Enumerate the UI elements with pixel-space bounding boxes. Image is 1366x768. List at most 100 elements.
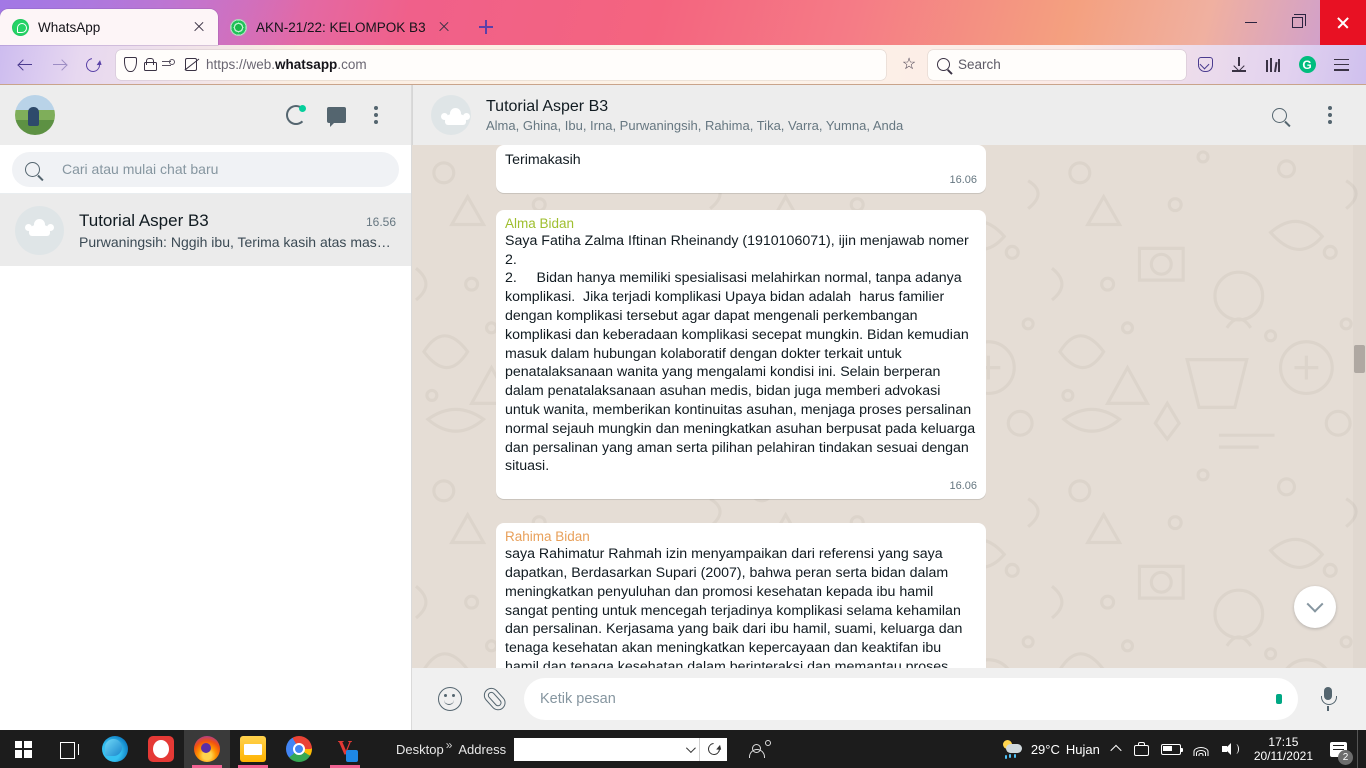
onedrive-icon — [1132, 741, 1149, 757]
weather-temperature: 29°C — [1030, 741, 1060, 757]
refresh-icon — [705, 740, 723, 758]
battery-tray-button[interactable] — [1155, 730, 1187, 768]
app-menu-button[interactable] — [1326, 50, 1356, 80]
network-tray-button[interactable] — [1187, 730, 1216, 768]
new-tab-button[interactable] — [471, 12, 501, 42]
taskbar-app-gom[interactable] — [138, 730, 184, 768]
group-avatar-icon — [15, 205, 64, 255]
taskbar-app-file-explorer[interactable] — [230, 730, 276, 768]
address-toolbar-input[interactable] — [514, 737, 700, 761]
taskbar-app-v[interactable]: V — [322, 730, 368, 768]
edge-icon — [102, 736, 128, 762]
back-arrow-icon — [18, 57, 33, 72]
address-toolbar-label: Address — [458, 741, 507, 757]
status-button[interactable] — [276, 95, 316, 135]
windows-logo-icon — [14, 740, 32, 758]
reload-button[interactable] — [78, 50, 108, 80]
people-icon[interactable] — [749, 740, 772, 758]
onedrive-tray-button[interactable] — [1126, 730, 1155, 768]
permissions-icon[interactable] — [162, 58, 177, 71]
notifications-button[interactable]: 2 — [1321, 730, 1355, 768]
attach-button[interactable] — [472, 677, 516, 721]
voice-record-button[interactable] — [1306, 677, 1350, 721]
task-view-button[interactable] — [46, 730, 92, 768]
list-item[interactable]: Tutorial Asper B3 16.56 Purwaningsih: Ng… — [0, 194, 411, 266]
scroll-to-bottom-button[interactable] — [1294, 586, 1336, 628]
chevron-double-right-icon[interactable]: » — [446, 738, 453, 752]
pocket-button[interactable] — [1190, 50, 1220, 80]
lock-icon[interactable] — [144, 58, 157, 71]
forward-arrow-icon — [52, 57, 67, 72]
taskbar-app-edge[interactable] — [92, 730, 138, 768]
message-bubble[interactable]: Rahima Bidan saya Rahimatur Rahmah izin … — [496, 523, 986, 668]
new-chat-button[interactable] — [316, 95, 356, 135]
group-avatar-icon[interactable] — [431, 95, 471, 135]
status-icon — [286, 105, 306, 125]
show-hidden-icons-button[interactable] — [1106, 730, 1126, 768]
close-window-button[interactable] — [1320, 0, 1366, 45]
tab-title: WhatsApp — [38, 19, 101, 35]
scrollbar-thumb[interactable] — [1354, 345, 1365, 373]
tab-whatsapp[interactable]: WhatsApp — [0, 9, 218, 45]
file-explorer-icon — [240, 736, 266, 762]
conversation-menu-button[interactable] — [1312, 97, 1348, 133]
taskbar-app-firefox[interactable] — [184, 730, 230, 768]
search-icon — [937, 58, 950, 71]
tracking-shield-icon[interactable] — [124, 57, 137, 72]
chevron-down-icon — [1306, 595, 1324, 613]
chat-list-header — [0, 85, 411, 145]
desktop-toolbar-label[interactable]: Desktop — [396, 742, 444, 757]
message-bubble[interactable]: Alma Bidan Saya Fatiha Zalma Iftinan Rhe… — [496, 209, 986, 500]
clock[interactable]: 17:15 20/11/2021 — [1246, 730, 1321, 768]
back-button[interactable] — [10, 50, 40, 80]
avatar[interactable] — [15, 95, 55, 135]
library-icon — [1266, 57, 1280, 72]
forward-button[interactable] — [44, 50, 74, 80]
maximize-icon — [1291, 14, 1306, 28]
chat-list-menu-button[interactable] — [356, 95, 396, 135]
notification-badge: 2 — [1338, 750, 1353, 765]
search-placeholder: Search — [958, 57, 1001, 72]
minimize-button[interactable] — [1228, 0, 1274, 45]
message-scrollbar[interactable] — [1353, 145, 1366, 668]
message-input[interactable]: Ketik pesan — [524, 678, 1298, 720]
grammarly-button[interactable]: G — [1292, 50, 1322, 80]
noscript-icon[interactable] — [184, 57, 199, 72]
volume-tray-button[interactable] — [1216, 730, 1246, 768]
speaker-icon — [1221, 742, 1240, 756]
weather-widget[interactable]: 29°C Hujan — [997, 730, 1106, 768]
pocket-icon — [1197, 57, 1213, 72]
maximize-button[interactable] — [1274, 0, 1320, 45]
chevron-down-icon[interactable] — [686, 742, 696, 753]
windows-taskbar: V Desktop » Address 29°C Hujan 17:15 20/… — [0, 730, 1366, 768]
conversation-search-button[interactable] — [1261, 97, 1297, 133]
green-ring-icon — [230, 18, 247, 36]
conversation-title: Tutorial Asper B3 — [486, 97, 609, 115]
bookmark-button[interactable]: ☆ — [894, 50, 924, 80]
conversation-header: Tutorial Asper B3 Alma, Ghina, Ibu, Irna… — [412, 85, 1366, 145]
search-input[interactable]: Cari atau mulai chat baru — [12, 151, 399, 187]
address-toolbar-refresh-button[interactable] — [699, 737, 728, 761]
chrome-icon — [286, 736, 312, 762]
close-icon[interactable] — [435, 18, 453, 36]
show-desktop-button[interactable] — [1357, 730, 1362, 768]
message-text: saya Rahimatur Rahmah izin menyampaikan … — [505, 546, 963, 668]
whatsapp-icon — [12, 18, 29, 36]
library-button[interactable] — [1258, 50, 1288, 80]
taskbar-app-chrome[interactable] — [276, 730, 322, 768]
message-text: Terimakasih — [505, 152, 581, 168]
start-button[interactable] — [0, 730, 46, 768]
message-composer: Ketik pesan — [412, 668, 1366, 730]
attachment-icon — [479, 683, 510, 714]
whatsapp-web-app: Cari atau mulai chat baru Tutorial Asper… — [0, 85, 1366, 730]
close-icon[interactable] — [190, 18, 208, 36]
message-time: 16.06 — [949, 480, 977, 493]
address-bar[interactable]: https://web.whatsapp.com — [116, 49, 886, 80]
tab-akn-kelompok-b3[interactable]: AKN-21/22: KELOMPOK B3 — [218, 9, 463, 45]
window-controls — [1228, 0, 1366, 45]
emoji-icon — [438, 687, 462, 711]
message-bubble[interactable]: Terimakasih 16.06 — [496, 145, 986, 193]
emoji-button[interactable] — [428, 677, 472, 721]
search-bar[interactable]: Search — [928, 49, 1186, 80]
downloads-button[interactable] — [1224, 50, 1254, 80]
